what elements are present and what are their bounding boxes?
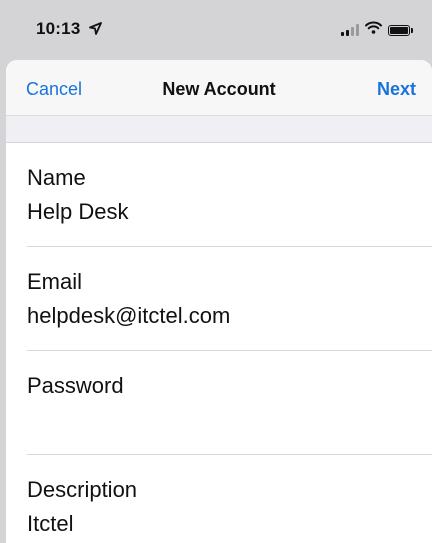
location-arrow-icon xyxy=(89,20,103,40)
description-input[interactable]: Itctel xyxy=(27,511,407,537)
status-time: 10:13 xyxy=(36,19,103,40)
email-input[interactable]: helpdesk@itctel.com xyxy=(27,303,407,329)
new-account-sheet: Cancel New Account Next Name Help Desk E… xyxy=(6,60,432,543)
page-title: New Account xyxy=(162,79,276,99)
status-icons xyxy=(341,21,413,39)
description-label: Description xyxy=(27,477,138,502)
next-button[interactable]: Next xyxy=(377,79,416,100)
name-input[interactable]: Help Desk xyxy=(27,199,407,225)
section-separator xyxy=(6,116,432,143)
cellular-signal-icon xyxy=(341,24,359,36)
password-field[interactable]: Password xyxy=(27,351,432,455)
nav-bar: Cancel New Account Next xyxy=(6,60,432,116)
email-field[interactable]: Email helpdesk@itctel.com xyxy=(27,247,432,351)
status-time-text: 10:13 xyxy=(36,19,81,38)
status-bar: 10:13 xyxy=(0,0,432,60)
name-label: Name xyxy=(27,165,86,190)
wifi-icon xyxy=(365,21,382,39)
email-label: Email xyxy=(27,269,83,294)
password-label: Password xyxy=(27,373,124,398)
description-field[interactable]: Description Itctel xyxy=(27,455,432,543)
battery-icon xyxy=(388,24,413,36)
name-field[interactable]: Name Help Desk xyxy=(27,143,432,247)
account-form: Name Help Desk Email helpdesk@itctel.com… xyxy=(6,143,432,543)
screen: 10:13 Cancel New Account Next Name Help … xyxy=(0,0,432,543)
